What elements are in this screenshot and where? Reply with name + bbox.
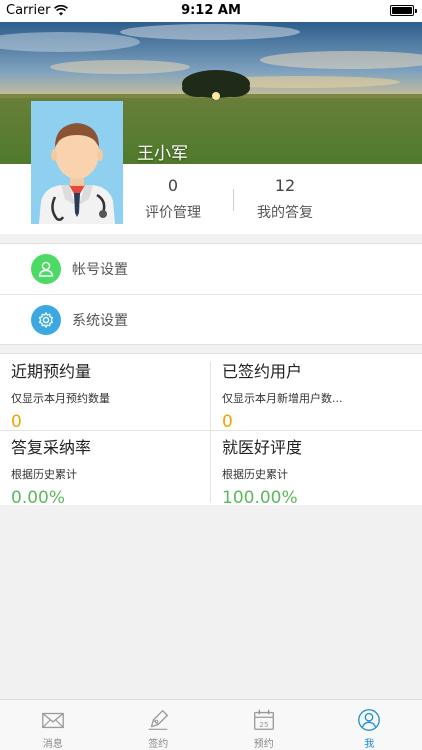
settings-list: 帐号设置 系统设置 [0,243,422,345]
tab-messages-label: 消息 [42,739,63,750]
account-settings-label: 帐号设置 [72,262,128,278]
adoption-rate-stat[interactable]: 答复采纳率 根据历史累计 0.00% [11,434,211,508]
tab-me-label: 我 [364,739,375,750]
tab-me[interactable]: 我 [317,700,422,750]
user-icon [31,254,61,284]
tab-bar: 消息 签约 25 预约 我 [0,699,422,750]
stat-title: 近期预约量 [11,362,92,381]
my-replies-button[interactable]: 12 我的答复 [225,176,345,222]
stat-value: 0 [11,412,22,432]
stats-panel: 近期预约量 仅显示本月预约数量 0 已签约用户 仅显示本月新增用户数... 0 … [0,353,422,508]
stat-description: 仅显示本月新增用户数... [222,392,343,405]
user-name: 王小军 [137,144,188,164]
tab-sign[interactable]: 签约 [106,700,212,750]
doctor-avatar[interactable] [31,101,123,224]
doctor-avatar-illustration [31,101,123,224]
battery-icon [390,5,417,16]
account-settings-row[interactable]: 帐号设置 [0,244,422,294]
evaluation-label: 评价管理 [145,205,201,221]
person-icon [358,709,381,731]
recent-appointments-stat[interactable]: 近期预约量 仅显示本月预约数量 0 [11,358,211,432]
calendar-icon: 25 [253,709,274,730]
tab-appointment[interactable]: 25 预约 [211,700,317,750]
stat-value: 0 [222,412,233,432]
calendar-day: 25 [259,720,269,729]
stat-value: 100.00% [222,488,298,508]
stat-title: 已签约用户 [222,362,303,381]
tab-messages[interactable]: 消息 [0,700,106,750]
stat-value: 0.00% [11,488,66,508]
clock: 9:12 AM [181,3,241,18]
pen-icon [148,710,169,730]
gear-icon [31,304,61,335]
system-settings-label: 系统设置 [72,312,128,329]
signed-users-stat[interactable]: 已签约用户 仅显示本月新增用户数... 0 [222,358,422,432]
stat-title: 就医好评度 [222,438,303,457]
stat-description: 根据历史累计 [11,468,77,481]
evaluation-management-button[interactable]: 0 评价管理 [113,176,233,222]
stat-title: 答复采纳率 [11,438,92,457]
replies-count: 12 [274,176,296,195]
system-settings-row[interactable]: 系统设置 [0,294,422,344]
stat-description: 根据历史累计 [222,468,288,481]
envelope-icon [41,712,64,729]
satisfaction-stat[interactable]: 就医好评度 根据历史累计 100.00% [222,434,422,508]
evaluation-count: 0 [167,176,179,195]
replies-label: 我的答复 [257,205,313,221]
stat-description: 仅显示本月预约数量 [11,392,110,405]
tab-sign-label: 签约 [148,739,169,750]
tab-appointment-label: 预约 [253,739,274,750]
status-bar: Carrier 9:12 AM [0,0,422,22]
